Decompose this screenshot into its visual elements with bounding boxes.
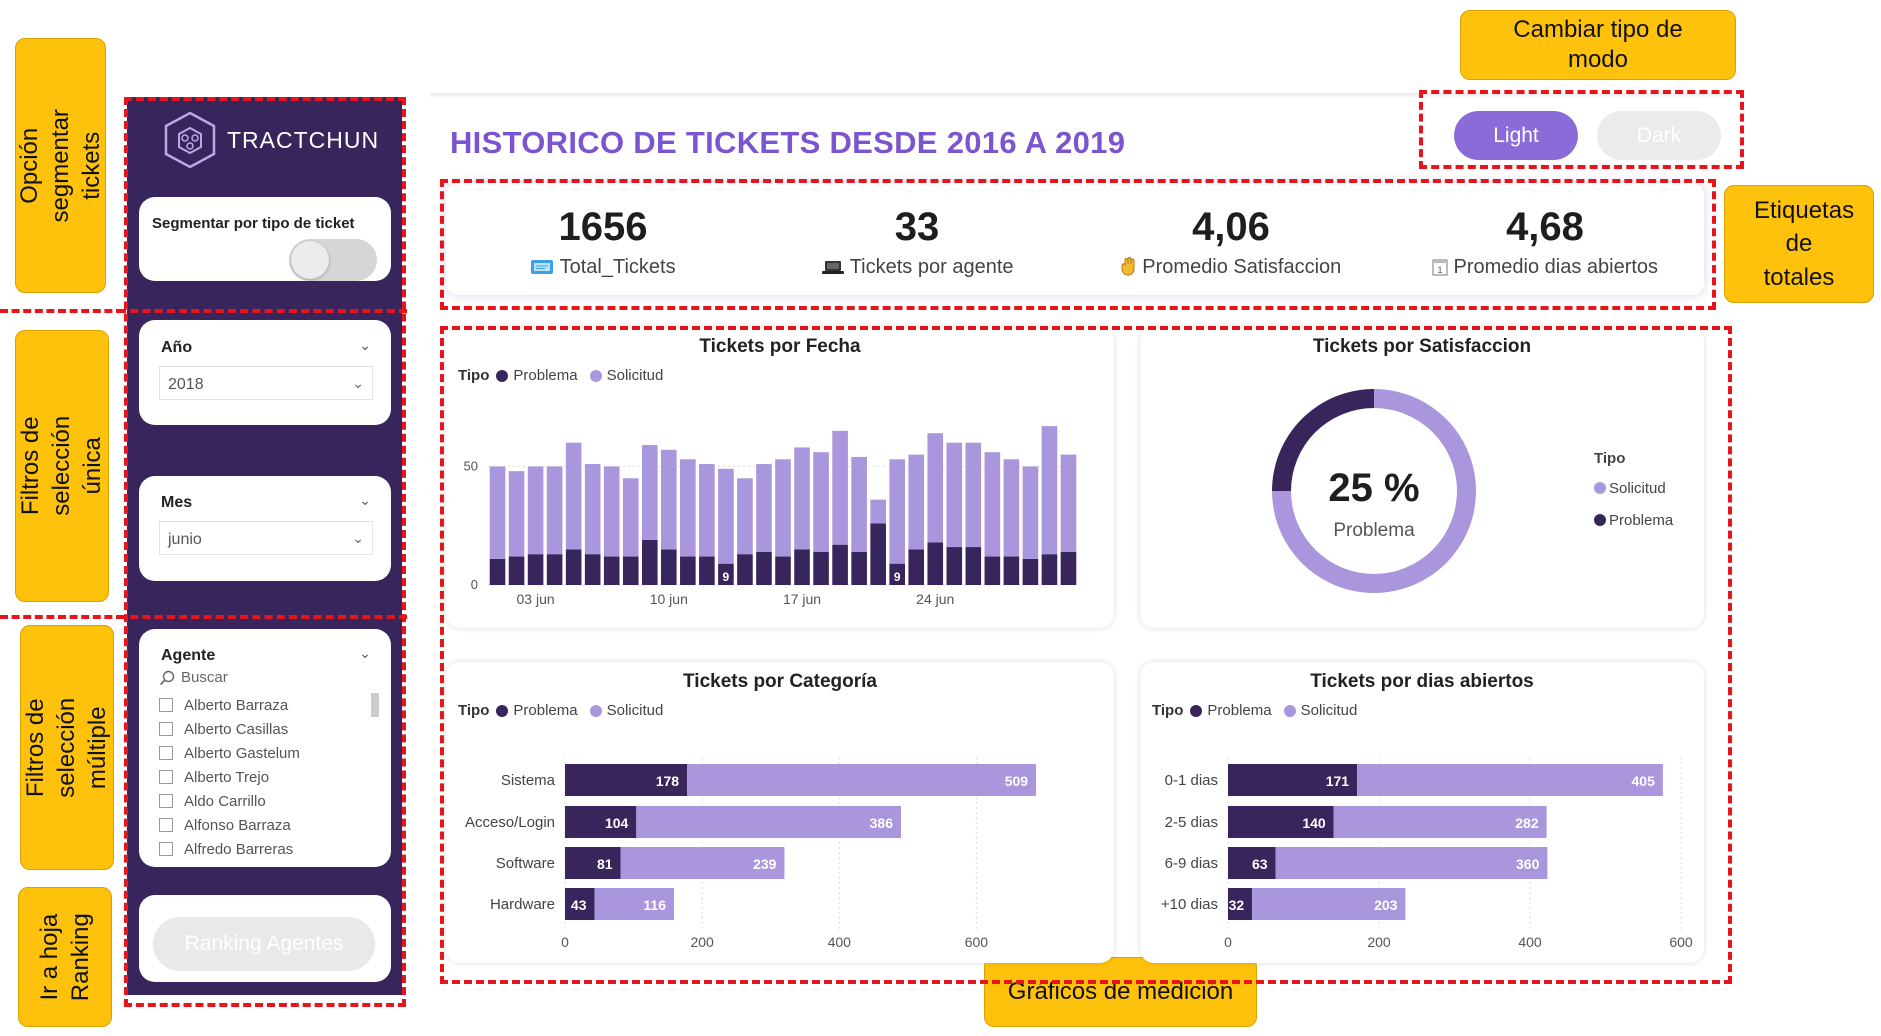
charts-outline [440, 326, 1732, 984]
annotation-mode: Cambiar tipo de modo [1460, 10, 1736, 80]
page-title: HISTORICO DE TICKETS DESDE 2016 A 2019 [450, 125, 1126, 160]
annotation-link-left-2 [0, 615, 124, 619]
annotation-totals: Etiquetas de totales [1724, 185, 1874, 303]
sidebar-outline [124, 97, 406, 1007]
kpi-outline [440, 179, 1716, 310]
annotation-segment: Opción segmentar tickets [15, 38, 106, 293]
annotation-link-left-1 [0, 309, 124, 313]
mode-buttons-outline [1419, 90, 1744, 169]
divider-top-filters [118, 309, 407, 313]
annotation-ranking: Ir a hoja Ranking [18, 887, 112, 1027]
annotation-multi-filters: Filtros de selección múltiple [20, 625, 114, 870]
annotation-single-filters: Filtros de selección única [15, 330, 109, 602]
divider-bottom-filters [118, 615, 407, 619]
